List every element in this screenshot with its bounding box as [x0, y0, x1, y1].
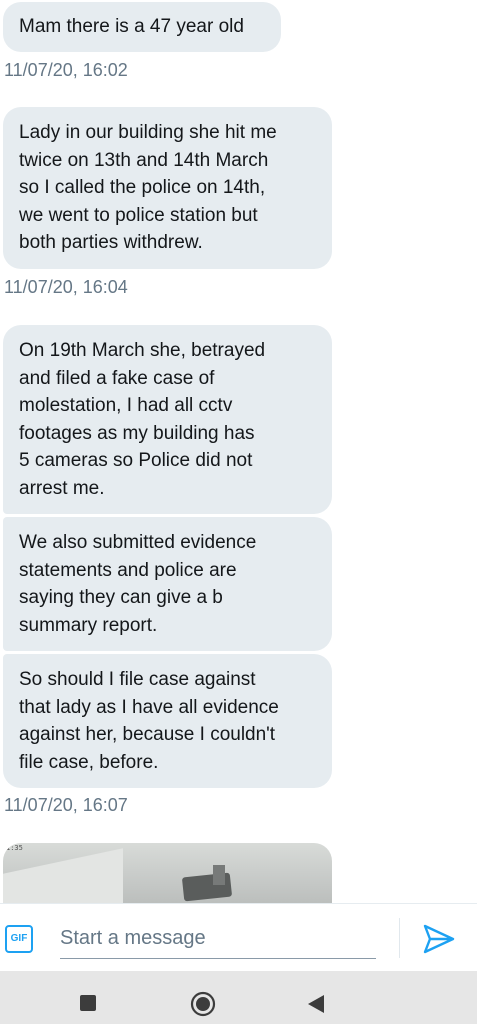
- system-navigation-bar: [0, 971, 477, 1024]
- message-bubble[interactable]: We also submitted evidence statements an…: [3, 517, 332, 651]
- home-icon[interactable]: [190, 991, 216, 1017]
- gif-button[interactable]: GIF: [5, 925, 33, 953]
- back-icon[interactable]: [306, 993, 326, 1015]
- image-content: [3, 848, 123, 903]
- message-input[interactable]: [60, 918, 376, 959]
- recent-apps-icon[interactable]: [80, 995, 96, 1011]
- message-thread[interactable]: Mam there is a 47 year old 11/07/20, 16:…: [0, 0, 477, 903]
- message-composer: GIF: [0, 903, 477, 972]
- message-bubble[interactable]: Mam there is a 47 year old: [3, 2, 281, 52]
- image-content: [213, 865, 225, 885]
- message-timestamp: 11/07/20, 16:04: [4, 277, 128, 297]
- message-bubble[interactable]: On 19th March she, betrayed and filed a …: [3, 325, 332, 514]
- send-button[interactable]: [422, 923, 456, 955]
- media-attachment[interactable]: 1:35: [3, 843, 332, 903]
- message-timestamp: 11/07/20, 16:07: [4, 795, 128, 815]
- cctv-overlay-text: 1:35: [6, 844, 23, 852]
- send-icon: [423, 924, 455, 954]
- divider: [399, 918, 400, 958]
- message-timestamp: 11/07/20, 16:02: [4, 60, 128, 80]
- message-bubble[interactable]: So should I file case against that lady …: [3, 654, 332, 788]
- message-bubble[interactable]: Lady in our building she hit me twice on…: [3, 107, 332, 269]
